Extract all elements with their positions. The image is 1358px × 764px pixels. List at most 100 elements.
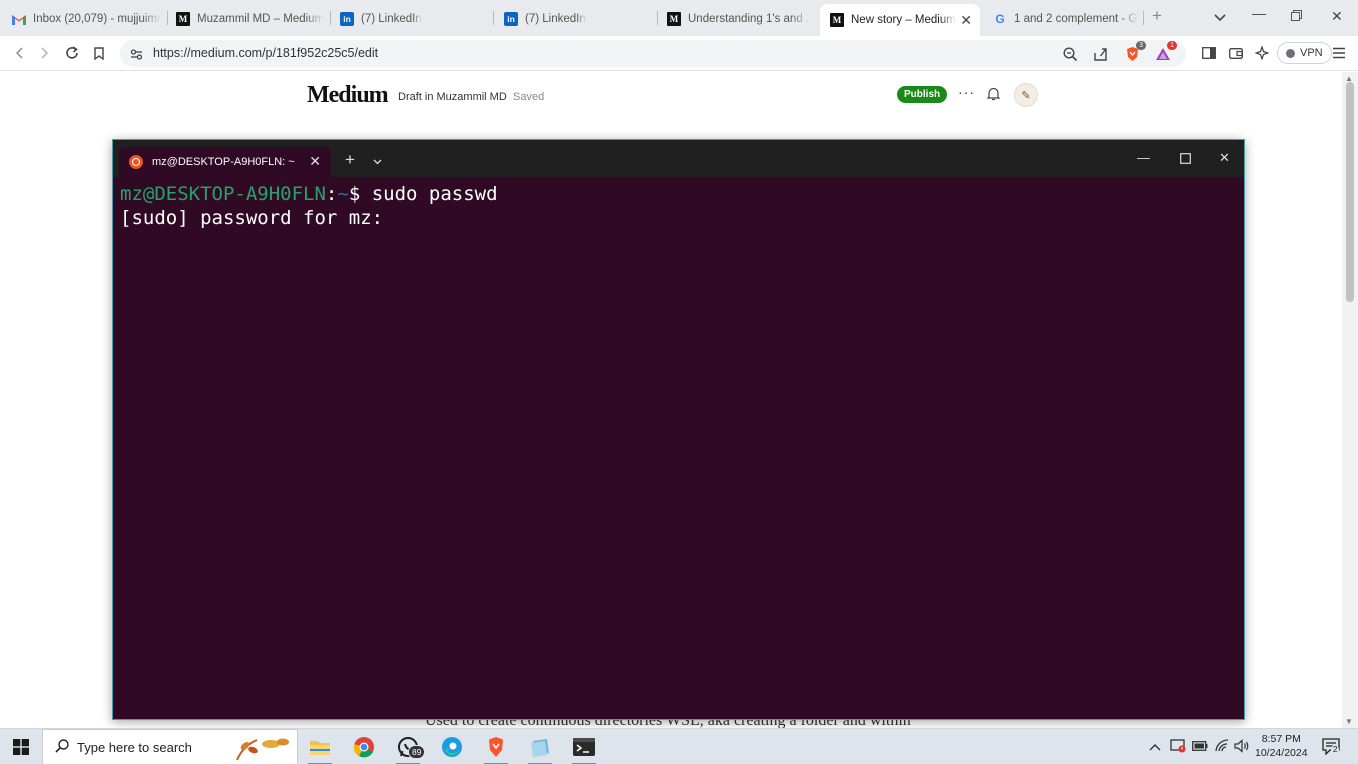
tab-search-icon[interactable] — [1214, 9, 1226, 25]
vpn-button[interactable]: VPN — [1277, 42, 1332, 64]
restore-icon[interactable] — [1291, 8, 1302, 24]
whatsapp-unread-badge: 89 — [408, 745, 426, 759]
show-hidden-icons[interactable] — [1149, 740, 1161, 754]
address-bar[interactable]: https://medium.com/p/181f952c25c5/edit 3… — [120, 40, 1186, 67]
tab-label: Muzammil MD – Medium — [197, 13, 325, 25]
ubuntu-icon — [129, 155, 143, 169]
notifications-bell-icon[interactable] — [986, 87, 1001, 104]
brave-icon[interactable] — [482, 733, 510, 764]
menu-icon[interactable] — [1328, 42, 1350, 64]
terminal-output[interactable]: mz@DESKTOP-A9H0FLN:~$ sudo passwd [sudo] … — [120, 182, 498, 230]
prompt-symbol: $ — [348, 183, 372, 205]
windows-terminal-icon[interactable] — [570, 733, 598, 764]
terminal-dropdown-icon[interactable] — [373, 154, 382, 168]
save-status: Saved — [513, 91, 545, 103]
page-scrollbar[interactable]: ▲ ▼ — [1342, 72, 1358, 728]
terminal-minimize-icon[interactable]: — — [1137, 150, 1150, 165]
rewards-count-badge: 1 — [1167, 41, 1177, 50]
edge-icon[interactable] — [438, 733, 466, 761]
browser-toolbar: https://medium.com/p/181f952c25c5/edit 3… — [0, 36, 1358, 71]
avatar[interactable]: ✎ — [1014, 83, 1038, 107]
url-text: https://medium.com/p/181f952c25c5/edit — [153, 46, 379, 60]
clock-time: 8:57 PM — [1261, 733, 1301, 745]
medium-logo[interactable]: Medium — [307, 82, 389, 109]
search-icon — [55, 738, 69, 756]
forward-icon[interactable] — [34, 42, 56, 64]
tab-label: (7) LinkedIn — [361, 13, 422, 25]
chrome-icon[interactable] — [350, 733, 378, 761]
draft-label: Draft in Muzammil MD — [398, 91, 507, 103]
command-line: mz@DESKTOP-A9H0FLN:~$ sudo passwd — [120, 182, 498, 206]
tab-new-story[interactable]: M New story – Medium ✕ — [820, 4, 980, 36]
scrollbar-thumb[interactable] — [1346, 82, 1354, 302]
security-alert-icon[interactable] — [1170, 738, 1186, 756]
scroll-down-icon[interactable]: ▼ — [1345, 717, 1353, 726]
close-window-icon[interactable]: ✕ — [1331, 8, 1343, 25]
bookmark-icon[interactable] — [88, 42, 110, 64]
clock-date: 10/24/2024 — [1255, 747, 1308, 759]
close-tab-icon[interactable]: ✕ — [960, 12, 972, 29]
tab-label: Understanding 1's and 2's — [688, 13, 809, 25]
leo-ai-icon[interactable] — [1251, 42, 1273, 64]
command-text: sudo passwd — [371, 183, 498, 205]
prompt-user: mz@DESKTOP-A9H0FLN — [120, 183, 326, 205]
close-terminal-tab-icon[interactable]: ✕ — [309, 153, 321, 170]
whatsapp-icon[interactable]: 89 — [394, 733, 426, 764]
file-explorer-icon[interactable] — [306, 733, 334, 764]
output-line: [sudo] password for mz: — [120, 207, 384, 229]
terminal-maximize-icon[interactable] — [1180, 152, 1191, 167]
zoom-icon[interactable] — [1060, 44, 1080, 64]
vpn-status-icon — [1286, 48, 1295, 58]
terminal-tab[interactable]: mz@DESKTOP-A9H0FLN: ~ ✕ — [119, 147, 331, 177]
tab-label: New story – Medium — [851, 14, 956, 26]
share-icon[interactable] — [1090, 44, 1110, 64]
notes-app-icon[interactable] — [526, 733, 554, 764]
battery-icon[interactable] — [1192, 740, 1208, 754]
sidebar-icon[interactable] — [1198, 42, 1220, 64]
tab-understanding[interactable]: M Understanding 1's and 2's — [667, 6, 809, 32]
browser-tab-strip: Inbox (20,079) - mujjuimr M Muzammil MD … — [0, 0, 1358, 36]
vpn-label: VPN — [1300, 47, 1323, 59]
brave-rewards-icon[interactable]: 1 — [1153, 41, 1177, 64]
terminal-tab-title: mz@DESKTOP-A9H0FLN: ~ — [152, 156, 295, 168]
wallet-icon[interactable] — [1225, 42, 1247, 64]
taskbar-clock[interactable]: 8:57 PM 10/24/2024 — [1255, 732, 1308, 760]
tab-linkedin[interactable]: in (7) LinkedIn — [340, 6, 490, 32]
shield-count-badge: 3 — [1136, 41, 1146, 50]
prompt-path: ~ — [337, 183, 349, 205]
back-icon[interactable] — [8, 42, 30, 64]
search-highlight-icon[interactable] — [231, 734, 293, 764]
wifi-icon[interactable] — [1214, 739, 1230, 756]
medium-icon: M — [176, 12, 190, 26]
volume-icon[interactable] — [1234, 739, 1250, 756]
linkedin-icon: in — [340, 12, 354, 26]
more-options-icon[interactable]: ··· — [958, 84, 975, 100]
tab-label: (7) LinkedIn — [525, 13, 586, 25]
publish-button[interactable]: Publish — [897, 86, 948, 103]
taskbar-search-box[interactable]: Type here to search — [42, 729, 298, 764]
site-settings-icon[interactable] — [126, 44, 146, 64]
terminal-titlebar[interactable]: mz@DESKTOP-A9H0FLN: ~ ✕ + — ✕ — [113, 140, 1244, 177]
search-placeholder: Type here to search — [77, 739, 192, 755]
medium-icon: M — [830, 13, 844, 27]
linkedin-icon: in — [504, 12, 518, 26]
gmail-icon — [12, 12, 26, 26]
tab-gmail[interactable]: Inbox (20,079) - mujjuimr — [12, 6, 164, 32]
terminal-window[interactable]: mz@DESKTOP-A9H0FLN: ~ ✕ + — ✕ mz@DESKTOP… — [112, 139, 1245, 720]
tab-linkedin-2[interactable]: in (7) LinkedIn — [504, 6, 654, 32]
new-tab-icon[interactable]: + — [1152, 6, 1162, 26]
minimize-icon[interactable]: — — [1252, 5, 1266, 21]
tab-google[interactable]: G 1 and 2 complement - Go — [993, 6, 1139, 32]
prompt-separator: : — [325, 183, 338, 205]
windows-start-icon[interactable] — [13, 739, 29, 758]
brave-shields-icon[interactable]: 3 — [1122, 41, 1146, 64]
google-icon: G — [995, 12, 1005, 26]
tab-label: Inbox (20,079) - mujjuimr — [33, 13, 161, 25]
tab-label: 1 and 2 complement - Go — [1014, 13, 1139, 25]
new-terminal-tab-icon[interactable]: + — [345, 150, 355, 170]
windows-taskbar: Type here to search 89 8:57 PM 10/24/202… — [0, 728, 1358, 764]
reload-icon[interactable] — [61, 42, 83, 64]
terminal-close-icon[interactable]: ✕ — [1219, 150, 1230, 166]
tab-medium-profile[interactable]: M Muzammil MD – Medium — [176, 6, 326, 32]
medium-icon: M — [667, 12, 681, 26]
